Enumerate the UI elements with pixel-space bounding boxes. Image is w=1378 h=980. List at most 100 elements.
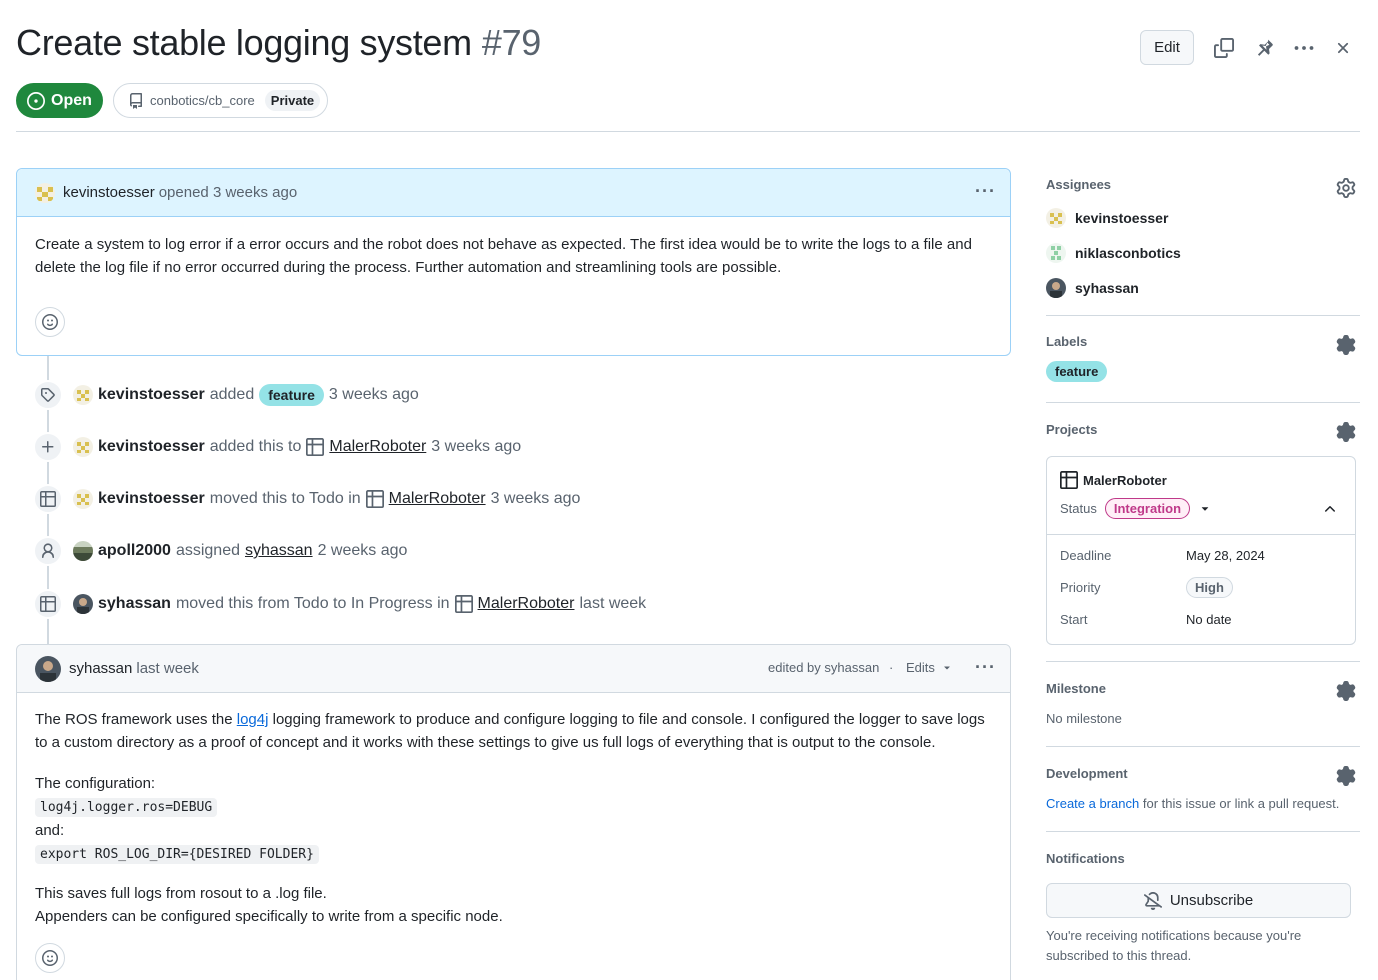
avatar[interactable] bbox=[73, 594, 93, 614]
edits-dropdown[interactable]: Edits bbox=[906, 660, 953, 675]
comment-options-icon[interactable]: ··· bbox=[975, 658, 996, 676]
project-status-row[interactable]: Status Integration bbox=[1060, 498, 1212, 519]
assignee-item[interactable]: syhassan bbox=[1046, 278, 1139, 298]
pin-icon[interactable] bbox=[1252, 36, 1276, 60]
log4j-link[interactable]: log4j bbox=[237, 711, 269, 728]
event-actor[interactable]: apoll2000 bbox=[98, 542, 171, 560]
comment-paragraph: The configuration: bbox=[35, 775, 156, 792]
gear-icon[interactable] bbox=[1336, 178, 1356, 198]
add-reaction-button[interactable] bbox=[35, 943, 65, 973]
visibility-badge: Private bbox=[264, 90, 321, 111]
event-action: moved this to Todo in bbox=[209, 490, 361, 507]
comment-author[interactable]: syhassan bbox=[69, 660, 132, 677]
comment-paragraph: and: bbox=[35, 822, 65, 839]
event-action: added this to bbox=[209, 438, 302, 455]
table-icon bbox=[365, 490, 384, 508]
separator-dot: · bbox=[889, 660, 894, 675]
text: The ROS framework uses the bbox=[35, 711, 237, 728]
comment-time[interactable]: last week bbox=[136, 660, 199, 677]
assignee-name: kevinstoesser bbox=[1075, 210, 1169, 226]
assignees-title: Assignees bbox=[1046, 177, 1112, 192]
project-link[interactable]: MalerRoboter bbox=[478, 595, 575, 613]
comment: syhassan last week edited by syhassan · … bbox=[16, 644, 1011, 980]
avatar[interactable] bbox=[35, 182, 55, 203]
table-icon bbox=[454, 595, 473, 613]
label-feature[interactable]: feature bbox=[1046, 361, 1108, 382]
table-icon bbox=[1060, 471, 1078, 489]
notifications-title: Notifications bbox=[1046, 851, 1125, 866]
close-icon[interactable] bbox=[1331, 36, 1355, 60]
event-actor[interactable]: kevinstoesser bbox=[98, 386, 205, 404]
status-badge[interactable]: Integration bbox=[1104, 498, 1191, 519]
event-time[interactable]: last week bbox=[579, 595, 646, 613]
comment-author[interactable]: kevinstoesser bbox=[63, 184, 155, 201]
repo-name[interactable]: conbotics/cb_core bbox=[150, 93, 255, 108]
labels-title: Labels bbox=[1046, 334, 1088, 349]
avatar[interactable] bbox=[73, 489, 93, 509]
avatar[interactable] bbox=[73, 437, 93, 457]
event-action: added bbox=[209, 386, 255, 403]
event-actor[interactable]: syhassan bbox=[98, 595, 171, 613]
gear-icon[interactable] bbox=[1336, 681, 1356, 701]
deadline-value[interactable]: May 28, 2024 bbox=[1186, 548, 1265, 563]
assignee-link[interactable]: syhassan bbox=[245, 542, 313, 560]
assignee-item[interactable]: kevinstoesser bbox=[1046, 208, 1168, 228]
table-icon bbox=[306, 438, 325, 456]
gear-icon[interactable] bbox=[1336, 422, 1356, 442]
project-name-row[interactable]: MalerRoboter bbox=[1060, 471, 1167, 489]
event-time[interactable]: 3 weeks ago bbox=[329, 386, 419, 404]
create-branch-link[interactable]: Create a branch bbox=[1046, 796, 1139, 811]
unsubscribe-label: Unsubscribe bbox=[1169, 892, 1254, 909]
add-reaction-button[interactable] bbox=[35, 307, 65, 337]
comment-body: The ROS framework uses the log4j logging… bbox=[17, 693, 1010, 944]
kebab-horizontal-icon[interactable] bbox=[1292, 36, 1316, 60]
comment-header: syhassan last week edited by syhassan · … bbox=[17, 645, 1010, 693]
sidebar-divider bbox=[1046, 402, 1360, 403]
triangle-down-icon[interactable] bbox=[1198, 502, 1212, 516]
sidebar-divider bbox=[1046, 315, 1360, 316]
comment-paragraph: This saves full logs from rosout to a .l… bbox=[35, 885, 327, 902]
comment-paragraph: The ROS framework uses the log4j logging… bbox=[35, 708, 992, 754]
priority-label: Priority bbox=[1060, 580, 1101, 595]
gear-icon[interactable] bbox=[1336, 766, 1356, 786]
event-actor[interactable]: kevinstoesser bbox=[98, 438, 205, 456]
status-label: Status bbox=[1060, 501, 1097, 516]
issue-state-label: Open bbox=[51, 91, 92, 109]
avatar[interactable] bbox=[73, 541, 93, 561]
development-rest: for this issue or link a pull request. bbox=[1139, 796, 1340, 811]
development-title: Development bbox=[1046, 766, 1128, 781]
assignee-item[interactable]: niklasconbotics bbox=[1046, 243, 1181, 263]
edit-button[interactable]: Edit bbox=[1140, 30, 1194, 65]
label-feature[interactable]: feature bbox=[259, 384, 324, 406]
deadline-label: Deadline bbox=[1060, 548, 1112, 563]
start-value[interactable]: No date bbox=[1186, 612, 1232, 627]
code-snippet: export ROS_LOG_DIR={DESIRED FOLDER} bbox=[35, 845, 319, 864]
timeline-event: apoll2000 assigned syhassan 2 weeks ago bbox=[33, 536, 407, 566]
event-time[interactable]: 2 weeks ago bbox=[318, 542, 408, 560]
repo-pill[interactable]: conbotics/cb_core Private bbox=[113, 83, 328, 118]
avatar[interactable] bbox=[73, 385, 93, 405]
tag-icon bbox=[33, 380, 63, 410]
header-divider bbox=[16, 131, 1360, 132]
sidebar-label-list: feature bbox=[1046, 361, 1108, 382]
gear-icon[interactable] bbox=[1336, 335, 1356, 355]
avatar[interactable] bbox=[35, 655, 61, 682]
comment-options-icon[interactable]: ··· bbox=[975, 182, 996, 200]
event-action: assigned bbox=[175, 542, 240, 559]
priority-badge[interactable]: High bbox=[1186, 577, 1233, 598]
event-time[interactable]: 3 weeks ago bbox=[431, 438, 521, 456]
smiley-icon bbox=[42, 314, 58, 330]
copy-icon[interactable] bbox=[1212, 36, 1236, 60]
project-link[interactable]: MalerRoboter bbox=[329, 438, 426, 456]
project-link[interactable]: MalerRoboter bbox=[389, 490, 486, 508]
comment-header: kevinstoesser opened 3 weeks ago bbox=[17, 169, 1010, 217]
issue-title: Create stable logging system #79 bbox=[16, 22, 541, 64]
issue-opened-icon bbox=[27, 91, 46, 110]
chevron-up-icon[interactable] bbox=[1322, 501, 1338, 522]
table-icon bbox=[33, 484, 63, 514]
event-time[interactable]: 3 weeks ago bbox=[491, 490, 581, 508]
unsubscribe-button[interactable]: Unsubscribe bbox=[1046, 883, 1351, 918]
sidebar-divider bbox=[1046, 831, 1360, 832]
smiley-icon bbox=[42, 950, 58, 966]
event-actor[interactable]: kevinstoesser bbox=[98, 490, 205, 508]
